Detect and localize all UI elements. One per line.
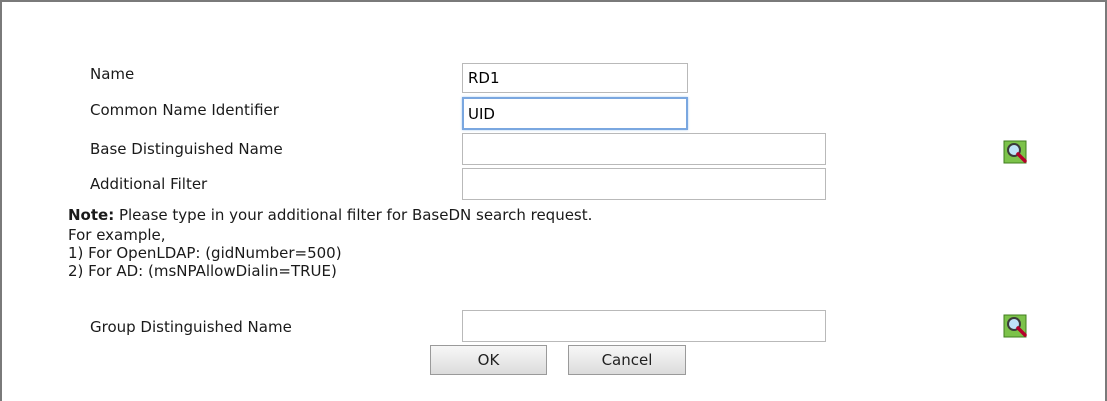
additional-filter-label: Additional Filter xyxy=(90,175,208,193)
group-dn-search-button[interactable] xyxy=(1003,313,1029,339)
note-line-1: Note: Please type in your additional fil… xyxy=(68,206,592,224)
group-dn-input[interactable] xyxy=(462,310,826,342)
name-label: Name xyxy=(90,65,135,83)
name-input[interactable] xyxy=(462,63,688,93)
cancel-button[interactable]: Cancel xyxy=(568,345,686,375)
common-name-identifier-label: Common Name Identifier xyxy=(90,101,279,119)
note-text: Please type in your additional filter fo… xyxy=(114,206,593,224)
ok-button[interactable]: OK xyxy=(430,345,547,375)
group-dn-label: Group Distinguished Name xyxy=(90,318,292,336)
note-line-2: For example, xyxy=(68,226,166,244)
base-dn-input[interactable] xyxy=(462,133,826,165)
search-icon xyxy=(1003,314,1027,338)
note-line-3: 1) For OpenLDAP: (gidNumber=500) xyxy=(68,244,342,262)
note-line-4: 2) For AD: (msNPAllowDialin=TRUE) xyxy=(68,262,337,280)
additional-filter-input[interactable] xyxy=(462,168,826,200)
common-name-identifier-input[interactable] xyxy=(462,97,688,130)
base-dn-label: Base Distinguished Name xyxy=(90,140,283,158)
note-title: Note: xyxy=(68,206,115,224)
base-dn-search-button[interactable] xyxy=(1003,139,1029,165)
search-icon xyxy=(1003,140,1027,164)
